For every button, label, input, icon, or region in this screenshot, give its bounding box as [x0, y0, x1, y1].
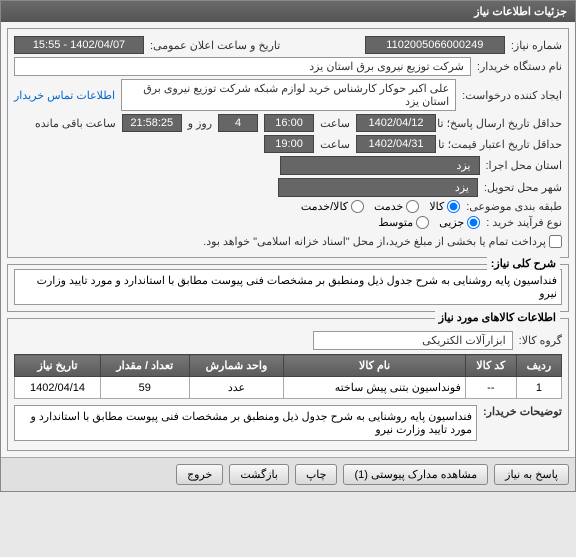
- cat-service-radio[interactable]: خدمت: [374, 200, 419, 213]
- table-header-row: ردیف کد کالا نام کالا واحد شمارش تعداد /…: [15, 355, 562, 377]
- group-value: ابزارآلات الکتریکی: [313, 331, 513, 350]
- group-label: گروه کالا:: [519, 334, 562, 347]
- exit-button[interactable]: خروج: [176, 464, 223, 485]
- cat-goods-service-radio[interactable]: کالا/خدمت: [301, 200, 364, 213]
- respond-button[interactable]: پاسخ به نیاز: [494, 464, 569, 485]
- cell-name: فونداسیون بتنی پیش ساخته: [284, 377, 465, 399]
- deadline-days: 4: [218, 114, 258, 132]
- creator-name: علی اکبر حوکار کارشناس خرید لوازم شبکه ش…: [121, 79, 456, 111]
- delivery-city-label: شهر محل تحویل:: [484, 181, 562, 194]
- exec-city-label: استان محل اجرا:: [486, 159, 563, 172]
- deadline-time: 16:00: [264, 114, 314, 132]
- desc-text: فنداسیون پایه روشنایی به شرح جدول ذیل وم…: [14, 269, 562, 305]
- remaining-time: 21:58:25: [122, 114, 182, 132]
- col-name: نام کالا: [284, 355, 465, 377]
- print-button[interactable]: چاپ: [295, 464, 338, 485]
- need-no-label: شماره نیاز:: [511, 39, 562, 52]
- attachments-button[interactable]: مشاهده مدارک پیوستی (1): [343, 464, 488, 485]
- table-row[interactable]: 1 -- فونداسیون بتنی پیش ساخته عدد 59 140…: [15, 377, 562, 399]
- category-radio-group: کالا خدمت کالا/خدمت: [301, 200, 460, 213]
- validity-date: 1402/04/31: [356, 135, 436, 153]
- contact-link[interactable]: اطلاعات تماس خریدار: [14, 89, 115, 102]
- cell-row: 1: [516, 377, 561, 399]
- time-label-1: ساعت: [320, 117, 350, 130]
- creator-label: ایجاد کننده درخواست:: [462, 89, 562, 102]
- col-row: ردیف: [516, 355, 561, 377]
- exec-city: یزد: [280, 156, 480, 175]
- goods-fieldset: اطلاعات کالاهای مورد نیاز گروه کالا: ابز…: [7, 318, 569, 451]
- cell-date: 1402/04/14: [15, 377, 101, 399]
- main-panel: جزئیات اطلاعات نیاز شماره نیاز: 11020050…: [0, 0, 576, 492]
- col-unit: واحد شمارش: [189, 355, 284, 377]
- col-date: تاریخ نیاز: [15, 355, 101, 377]
- panel-title: جزئیات اطلاعات نیاز: [1, 1, 575, 22]
- public-date-label: تاریخ و ساعت اعلان عمومی:: [150, 39, 280, 52]
- buyer-note: فنداسیون پایه روشنایی به شرح جدول ذیل وم…: [14, 405, 477, 441]
- description-fieldset: شرح کلی نیاز: فنداسیون پایه روشنایی به ش…: [7, 264, 569, 312]
- category-label: طبقه بندی موضوعی:: [466, 200, 562, 213]
- cat-goods-radio[interactable]: کالا: [429, 200, 460, 213]
- cell-code: --: [465, 377, 516, 399]
- org-label: نام دستگاه خریدار:: [477, 60, 562, 73]
- validity-time: 19:00: [264, 135, 314, 153]
- org-name: شرکت توزیع نیروی برق استان یزد: [14, 57, 471, 76]
- goods-legend: اطلاعات کالاهای مورد نیاز: [435, 311, 560, 324]
- roz-label: روز و: [188, 117, 212, 130]
- back-button[interactable]: بازگشت: [229, 464, 289, 485]
- cell-qty: 59: [101, 377, 189, 399]
- validity-label: حداقل تاریخ اعتبار قیمت؛ تا تاریخ:: [442, 138, 562, 151]
- deadline-date: 1402/04/12: [356, 114, 436, 132]
- cell-unit: عدد: [189, 377, 284, 399]
- proc-medium-radio[interactable]: متوسط: [379, 216, 430, 229]
- process-radio-group: جزیی متوسط: [379, 216, 481, 229]
- buyer-note-label: توضیحات خریدار:: [483, 405, 562, 418]
- col-qty: تعداد / مقدار: [101, 355, 189, 377]
- col-code: کد کالا: [465, 355, 516, 377]
- proc-small-radio[interactable]: جزیی: [439, 216, 480, 229]
- remaining-label: ساعت باقی مانده: [35, 117, 116, 130]
- time-label-2: ساعت: [320, 138, 350, 151]
- need-no: 1102005066000249: [365, 36, 505, 54]
- payment-checkbox[interactable]: پرداخت تمام یا بخشی از مبلغ خرید،از محل …: [203, 235, 562, 248]
- process-label: نوع فرآیند خرید :: [486, 216, 562, 229]
- goods-table: ردیف کد کالا نام کالا واحد شمارش تعداد /…: [14, 354, 562, 399]
- desc-legend: شرح کلی نیاز:: [487, 257, 560, 270]
- deadline-label: حداقل تاریخ ارسال پاسخ؛ تا تاریخ:: [442, 117, 562, 130]
- delivery-city: یزد: [278, 178, 478, 197]
- public-date: 1402/04/07 - 15:55: [14, 36, 144, 54]
- button-bar: پاسخ به نیاز مشاهده مدارک پیوستی (1) چاپ…: [1, 457, 575, 491]
- general-info-fieldset: شماره نیاز: 1102005066000249 تاریخ و ساع…: [7, 28, 569, 258]
